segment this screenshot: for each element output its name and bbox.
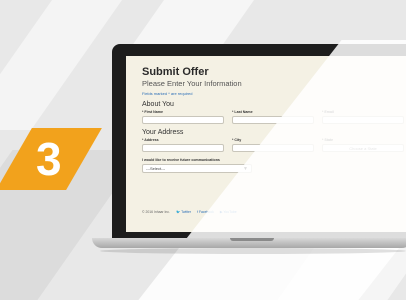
background-stripe — [128, 0, 262, 50]
twitter-link[interactable]: 🐦 Twitter — [176, 210, 191, 214]
address-input[interactable] — [142, 144, 224, 152]
twitter-icon: 🐦 — [175, 210, 181, 214]
facebook-icon: f — [197, 210, 199, 214]
laptop-shadow — [100, 248, 406, 254]
laptop-base-notch — [230, 238, 274, 241]
first-name-input[interactable] — [142, 116, 224, 124]
copyright-text: © 2016 Inhaar Inc. — [142, 210, 170, 214]
first-name-group: * First Name — [142, 110, 224, 124]
twitter-label: Twitter — [181, 210, 192, 214]
background-stripe — [0, 0, 130, 130]
communications-select-value: ---Select--- — [146, 166, 166, 171]
communications-select[interactable]: ---Select--- ▼ — [142, 164, 252, 173]
address-group: * Address — [142, 138, 224, 152]
step-number: 3 — [36, 133, 62, 185]
first-name-label: * First Name — [142, 110, 163, 114]
address-label: * Address — [142, 138, 159, 142]
